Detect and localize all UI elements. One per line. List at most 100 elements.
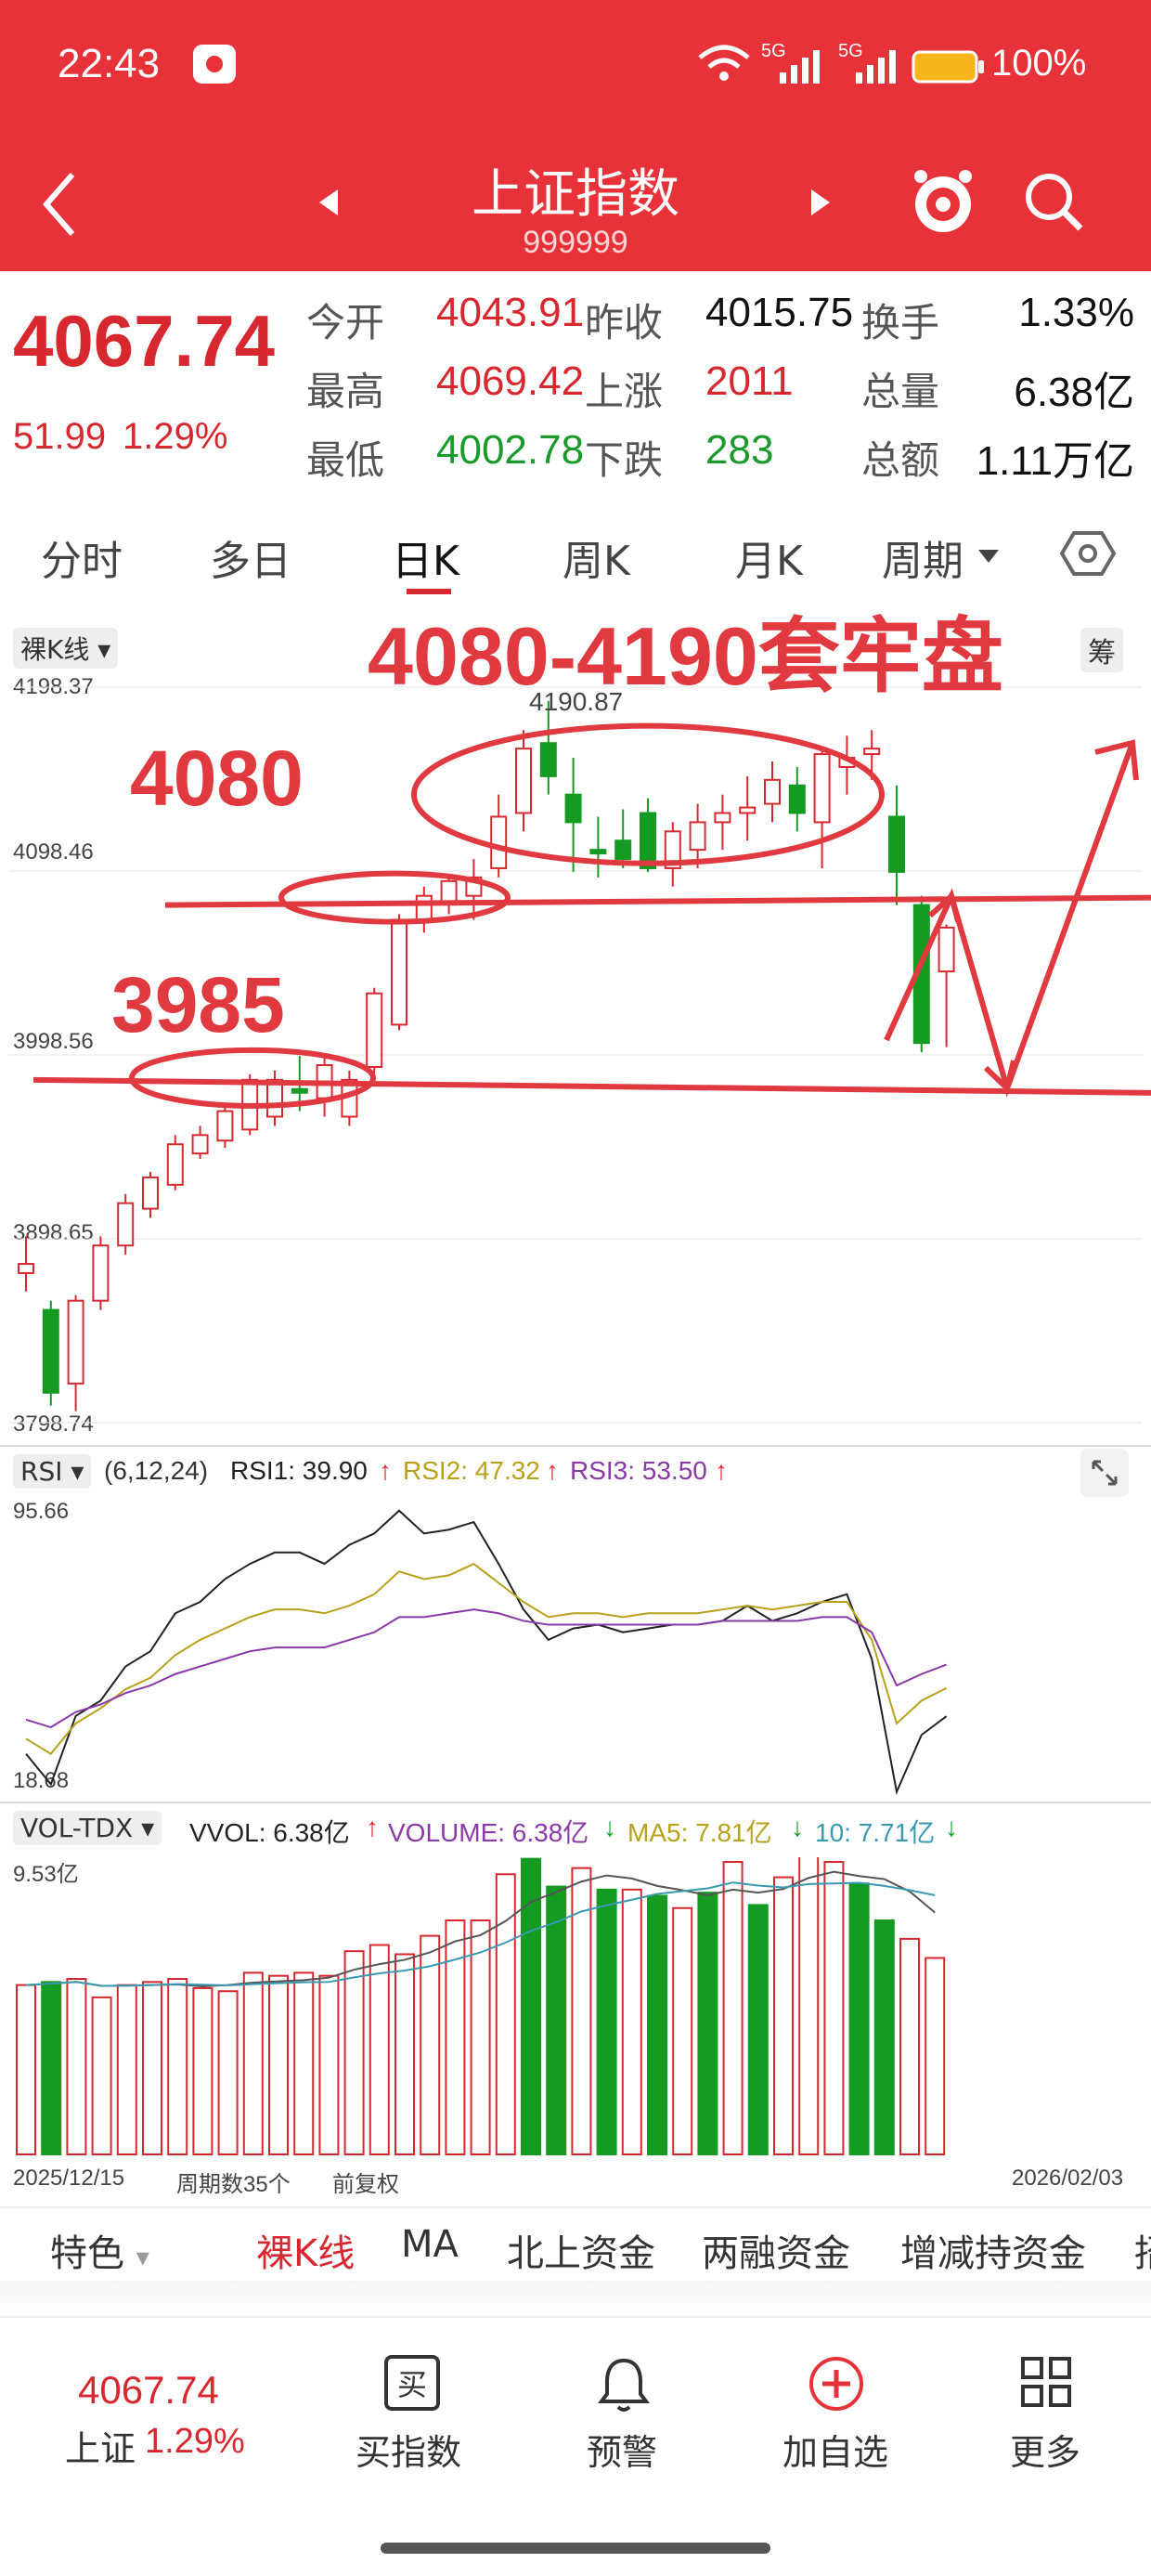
candle-body <box>366 992 383 1068</box>
rsi-name: RSI <box>20 1456 63 1487</box>
annotation-3985: 3985 <box>111 961 285 1048</box>
volume-arrow: ↓ <box>603 1813 616 1841</box>
candle-body <box>788 784 806 814</box>
app-header: 22:43 5G 5G 100% 上证指数 999999 <box>0 0 1151 271</box>
date-end: 2026/02/03 <box>1012 2166 1124 2191</box>
candle-body <box>640 812 656 869</box>
assistant-icon[interactable] <box>910 165 976 236</box>
last-price: 4067.74 <box>13 300 275 382</box>
quote-value: 4043.91 <box>436 290 585 335</box>
status-time: 22:43 <box>58 41 161 86</box>
divider <box>0 1445 1151 1447</box>
rsi3-label: RSI3: 53.50 <box>570 1456 707 1485</box>
tab-more[interactable]: 招 <box>1134 2223 1151 2277</box>
volume-bar <box>369 1944 390 2155</box>
candle-body <box>739 806 757 814</box>
volume-bar <box>470 1919 491 2155</box>
nav-more-label: 更多 <box>1009 2432 1080 2473</box>
battery-icon <box>912 50 984 84</box>
tab-zhouqi[interactable]: 周期 <box>882 527 963 587</box>
scroll-fade <box>0 2281 1151 2314</box>
rsi-line-rsi3 <box>25 1608 947 1729</box>
tab-duori[interactable]: 多日 <box>210 527 291 587</box>
candle-body <box>714 812 731 824</box>
tab-beishang[interactable]: 北上资金 <box>507 2223 655 2277</box>
tab-luok[interactable]: 裸K线 <box>256 2223 355 2277</box>
candle-body <box>92 1244 110 1302</box>
quote-label: 上涨 <box>585 369 664 414</box>
vol-chip[interactable]: VOL-TDX ▾ <box>13 1811 162 1845</box>
volume-bar <box>91 1996 112 2155</box>
candle-body <box>191 1134 209 1155</box>
nav-pct: 1.29% <box>145 2422 245 2461</box>
candle-body <box>813 753 831 824</box>
vvol-label: VVOL: 6.38亿 <box>189 1818 350 1847</box>
quote-label: 最低 <box>306 437 385 483</box>
volume-bar <box>798 1857 820 2156</box>
candle-body <box>589 849 607 855</box>
buy-icon: 买 <box>384 2355 440 2411</box>
high-label: 4190.87 <box>529 687 624 716</box>
rsi2-arrow: ↑ <box>546 1456 559 1485</box>
volume-bar <box>318 1974 340 2155</box>
candle-body <box>539 742 557 777</box>
add-icon <box>809 2357 863 2411</box>
period-tabs: 分时 多日 日K 周K 月K 周期 <box>0 509 1151 602</box>
tab-tese[interactable]: 特色 ▾ <box>50 2223 149 2277</box>
annotation-4080: 4080 <box>130 735 304 822</box>
volume-bar <box>445 1919 466 2155</box>
tab-rik[interactable]: 日K <box>392 527 459 587</box>
volume-bar <box>747 1904 769 2156</box>
period-count: 周期数35个 <box>176 2172 291 2197</box>
page-title: 上证指数 <box>472 164 679 225</box>
adjust-mode: 前复权 <box>332 2172 399 2197</box>
vvol-arrow: ↑ <box>366 1813 379 1841</box>
volume-bar <box>521 1857 541 2156</box>
nav-add[interactable]: 加自选 <box>770 2355 900 2485</box>
volume-bar <box>192 1986 213 2155</box>
tab-ma[interactable]: MA <box>401 2223 459 2266</box>
volume-bar <box>343 1950 365 2155</box>
tab-liangrong[interactable]: 两融资金 <box>702 2223 850 2277</box>
rsi3-arrow: ↑ <box>715 1456 728 1485</box>
candle-body <box>415 894 433 921</box>
chevron-down-icon: ▾ <box>136 2242 149 2272</box>
rsi-params: (6,12,24) <box>104 1456 209 1485</box>
search-icon[interactable] <box>1021 169 1086 234</box>
annotation-title: 4080-4190套牢盘 <box>368 610 1003 702</box>
volume-bar <box>268 1974 289 2155</box>
support-line <box>32 1076 1151 1096</box>
tab-zhouk[interactable]: 周K <box>563 527 630 587</box>
volume-bar <box>925 1957 946 2155</box>
volume-bar <box>823 1860 845 2156</box>
volume-bar <box>899 1937 920 2155</box>
volume-bar <box>116 1984 137 2155</box>
chevron-down-icon[interactable] <box>976 548 1001 565</box>
rsi-chart[interactable] <box>0 1486 1151 1802</box>
volume-label: VOLUME: 6.38亿 <box>388 1818 589 1847</box>
quote-label: 今开 <box>306 300 385 345</box>
quote-value: 1.11万亿 <box>976 438 1134 484</box>
candle-body <box>614 839 632 861</box>
volume-bar <box>142 1981 162 2155</box>
quote-value: 1.33% <box>1018 290 1134 335</box>
rsi-line-rsi1 <box>25 1509 948 1795</box>
rsi-chip[interactable]: RSI ▾ <box>13 1454 92 1489</box>
settings-hex-icon[interactable] <box>1060 526 1116 581</box>
nav-more[interactable]: 更多 <box>980 2355 1110 2485</box>
tab-fenshi[interactable]: 分时 <box>41 527 123 587</box>
tab-zengjian[interactable]: 增减持资金 <box>900 2223 1086 2277</box>
volume-bar <box>773 1876 794 2156</box>
nav-add-label: 加自选 <box>782 2432 888 2473</box>
tab-yuek[interactable]: 月K <box>735 527 803 587</box>
price-change: 51.99 <box>13 416 107 457</box>
record-icon <box>193 45 236 84</box>
volume-bar <box>546 1885 567 2155</box>
quote-label: 最高 <box>306 369 385 414</box>
volume-chart[interactable] <box>0 1857 1151 2164</box>
nav-alert[interactable]: 预警 <box>557 2355 687 2485</box>
next-stock-icon[interactable] <box>806 186 834 219</box>
candle-body <box>391 918 407 1026</box>
volume-bar <box>697 1892 718 2156</box>
nav-buy[interactable]: 买 买指数 <box>343 2355 473 2485</box>
